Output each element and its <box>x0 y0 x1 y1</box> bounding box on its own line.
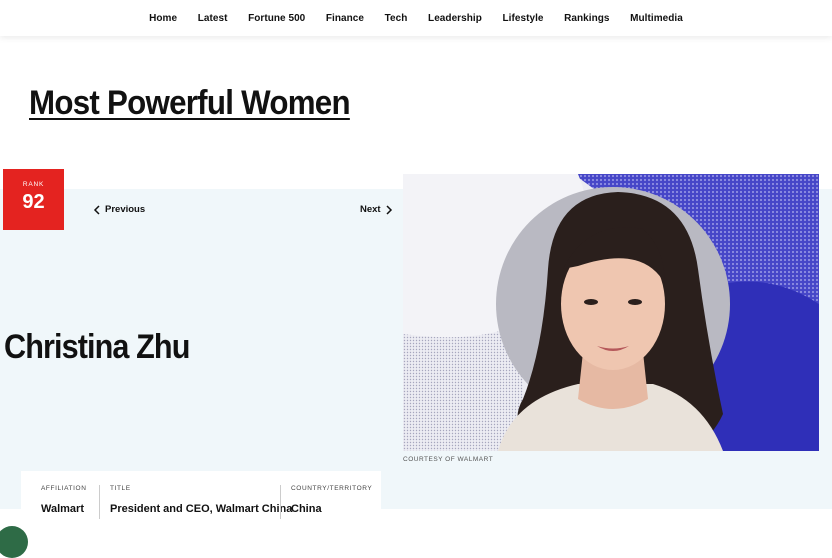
rank-badge: RANK 92 <box>3 169 64 230</box>
rank-label: RANK <box>22 181 45 188</box>
next-label: Next <box>360 204 381 215</box>
previous-link[interactable]: Previous <box>93 204 145 215</box>
floating-action-icon[interactable] <box>0 526 28 558</box>
title-value: President and CEO, Walmart China <box>110 503 293 515</box>
affiliation-label: AFFILIATION <box>41 485 87 492</box>
affiliation-column: AFFILIATION Walmart <box>21 485 99 519</box>
nav-item-latest[interactable]: Latest <box>187 13 237 24</box>
nav-item-fortune-500[interactable]: Fortune 500 <box>238 13 316 24</box>
chevron-right-icon <box>386 204 392 215</box>
nav-list: Home Latest Fortune 500 Finance Tech Lea… <box>139 13 693 24</box>
previous-label: Previous <box>105 204 146 215</box>
title-column: TITLE President and CEO, Walmart China <box>99 485 293 519</box>
nav-item-multimedia[interactable]: Multimedia <box>620 13 693 24</box>
chevron-left-icon <box>93 204 100 215</box>
country-column: COUNTRY/TERRITORY China <box>280 485 381 519</box>
country-value: China <box>291 503 322 515</box>
nav-item-rankings[interactable]: Rankings <box>554 13 620 24</box>
country-label: COUNTRY/TERRITORY <box>291 485 373 492</box>
nav-item-leadership[interactable]: Leadership <box>418 13 492 24</box>
nav-item-tech[interactable]: Tech <box>374 13 417 24</box>
portrait-illustration <box>403 174 819 451</box>
profile-photo <box>403 174 819 451</box>
nav-item-finance[interactable]: Finance <box>316 13 375 24</box>
page-title[interactable]: Most Powerful Women <box>29 84 351 123</box>
profile-info-card: AFFILIATION Walmart TITLE President and … <box>21 471 381 538</box>
photo-credit: COURTESY OF WALMART <box>403 456 494 463</box>
title-label: TITLE <box>110 485 131 492</box>
affiliation-value: Walmart <box>41 503 84 515</box>
nav-item-home[interactable]: Home <box>139 13 188 24</box>
next-link[interactable]: Next <box>360 204 393 215</box>
person-name: Christina Zhu <box>4 328 190 366</box>
top-navigation: Home Latest Fortune 500 Finance Tech Lea… <box>0 0 832 36</box>
rank-number: 92 <box>22 191 45 213</box>
nav-item-lifestyle[interactable]: Lifestyle <box>492 13 554 24</box>
